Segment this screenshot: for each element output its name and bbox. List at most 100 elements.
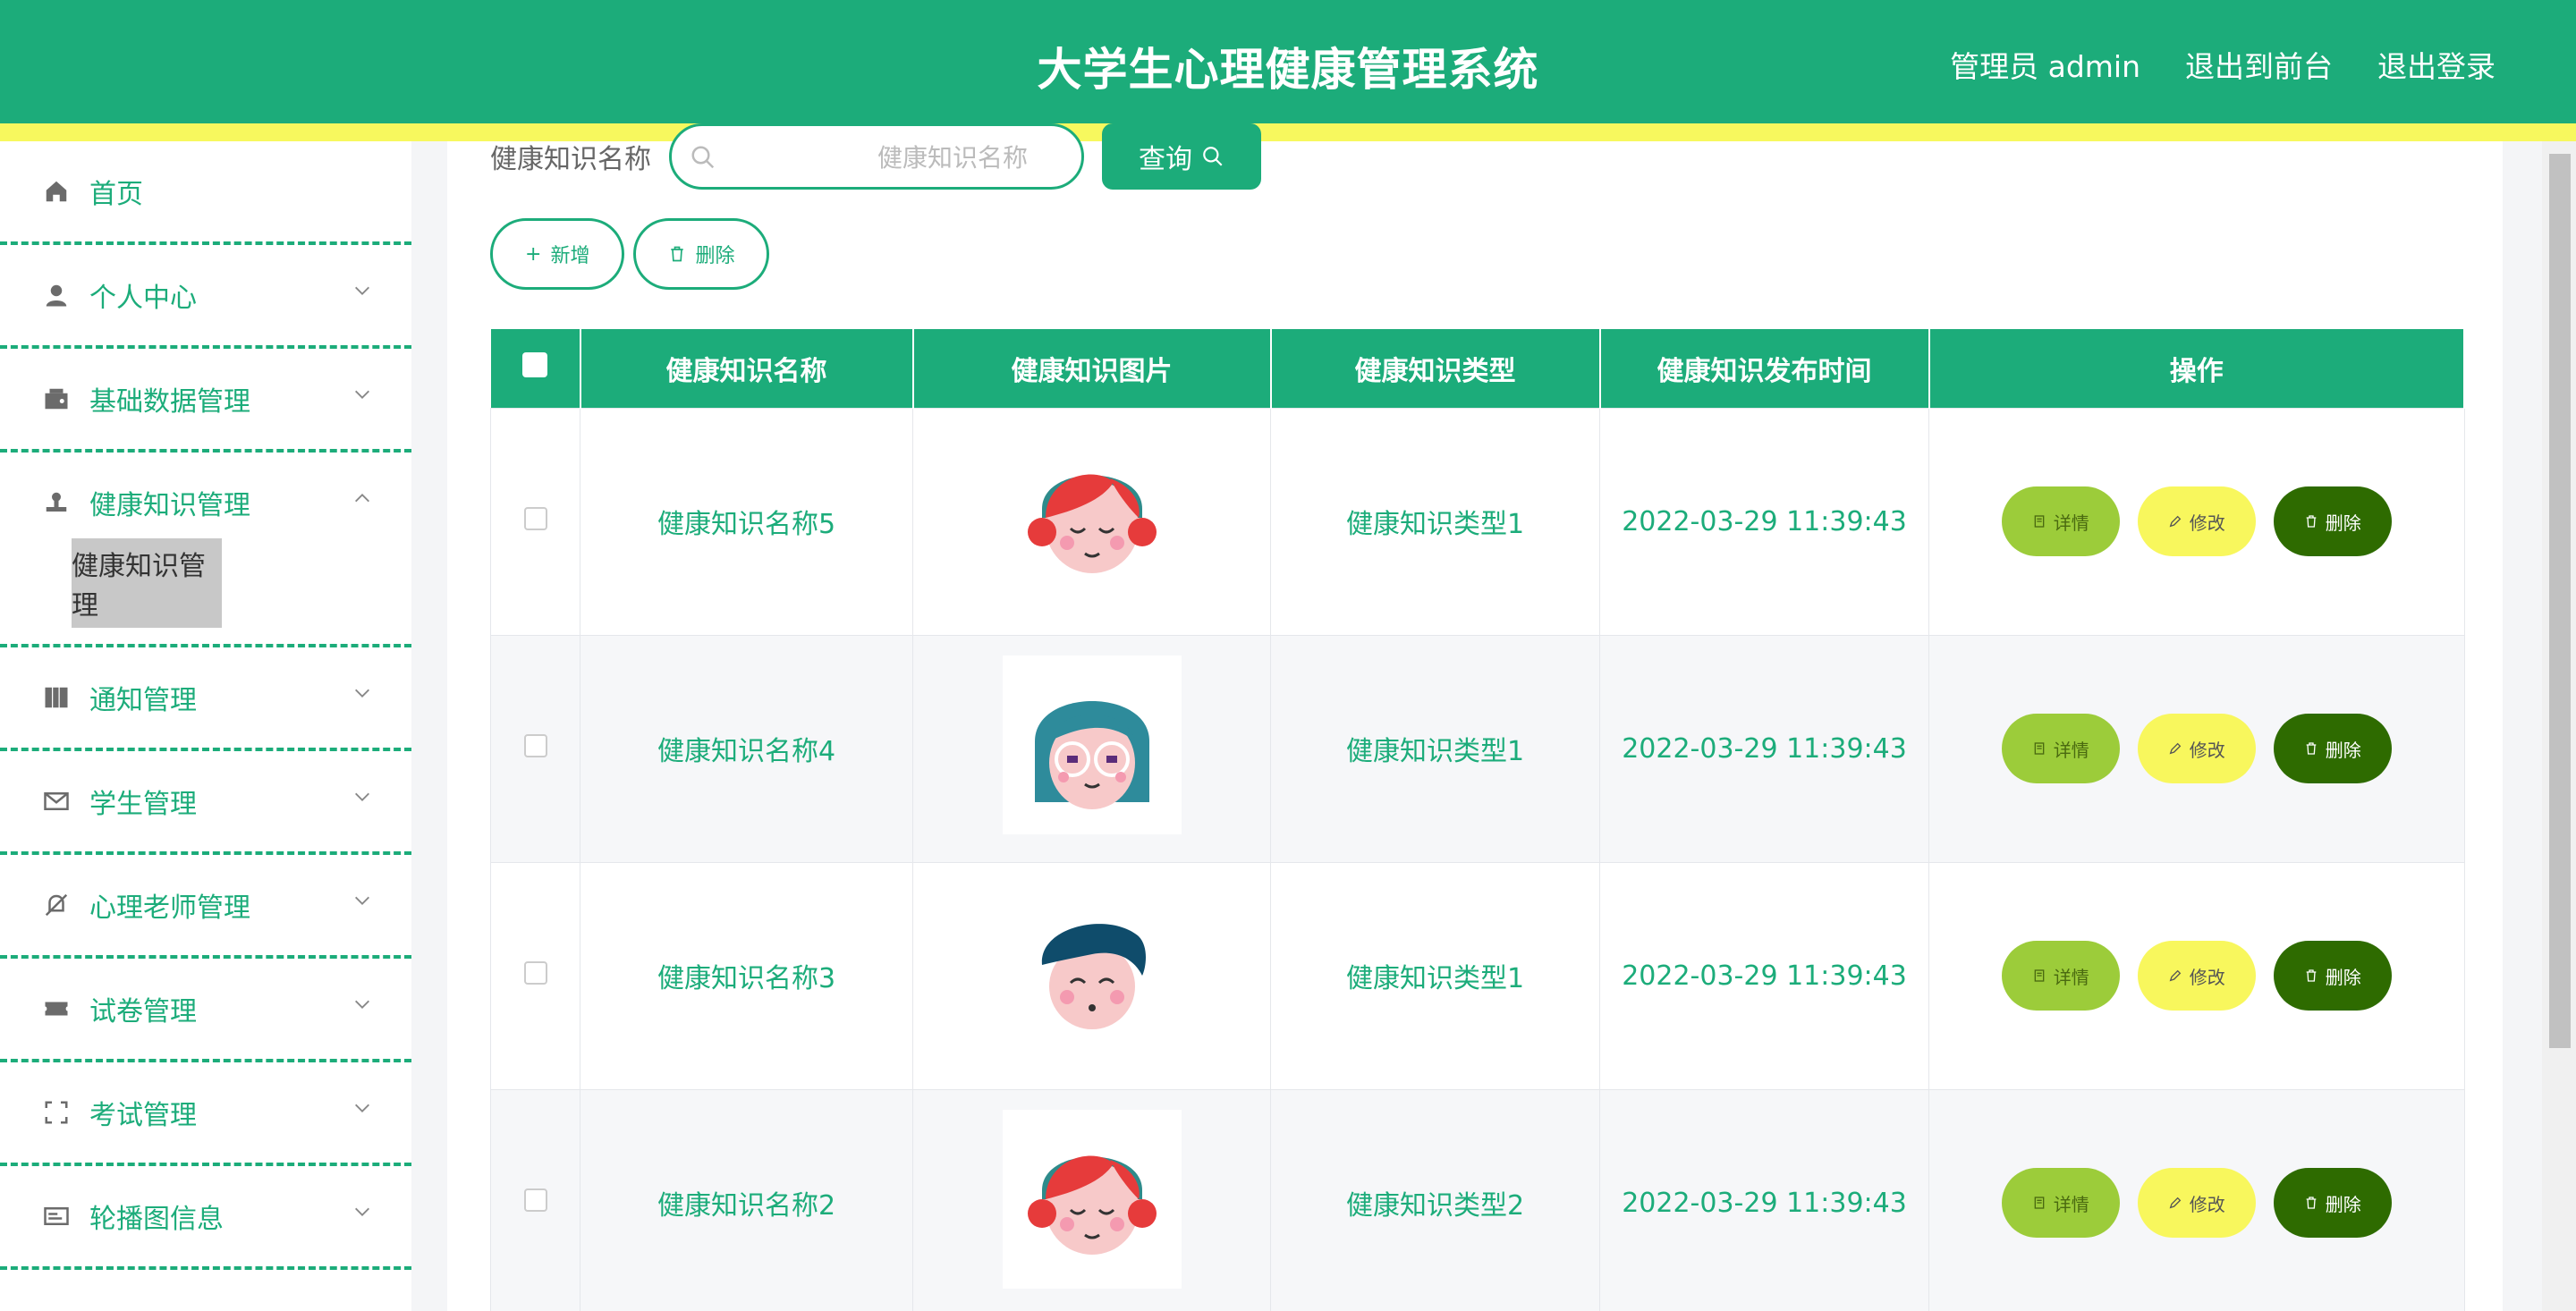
sidebar-item-label: 轮播图信息 [89, 1204, 224, 1235]
add-button[interactable]: + 新增 [490, 218, 625, 290]
detail-button[interactable]: 详情 [2001, 486, 2120, 556]
col-ops: 操作 [1928, 329, 2465, 408]
edit-button[interactable]: 修改 [2137, 941, 2256, 1011]
scrollbar-thumb[interactable] [2549, 154, 2571, 1048]
delete-button[interactable]: 删除 [633, 218, 770, 290]
row-ops-cell: 详情 修改 删除 [1928, 861, 2465, 1090]
edit-button[interactable]: 修改 [2137, 714, 2256, 783]
row-select-cell [490, 634, 580, 863]
scrollbar[interactable] [2542, 141, 2576, 1311]
search-button[interactable]: 查询 [1102, 123, 1261, 190]
row-delete-label: 删除 [2325, 512, 2361, 534]
detail-button[interactable]: 详情 [2001, 941, 2120, 1011]
card-icon [44, 1207, 69, 1225]
front-link[interactable]: 退出到前台 [2185, 43, 2333, 86]
edit-label: 修改 [2189, 739, 2225, 761]
detail-button[interactable]: 详情 [2001, 714, 2120, 783]
detail-label: 详情 [2053, 966, 2089, 988]
document-icon [2034, 1197, 2045, 1209]
row-delete-button[interactable]: 删除 [2273, 941, 2392, 1011]
chevron-down-icon [355, 792, 369, 801]
row-delete-label: 删除 [2325, 1193, 2361, 1215]
row-time: 2022-03-29 11:39:43 [1599, 861, 1929, 1090]
header-actions: 管理员 admin 退出到前台 退出登录 [1950, 43, 2496, 86]
row-delete-button[interactable]: 删除 [2273, 714, 2392, 783]
document-icon [2034, 742, 2045, 755]
row-select-cell [490, 407, 580, 636]
sidebar-item-label: 基础数据管理 [89, 386, 250, 418]
table-row: 健康知识名称5 健康知识类型1 2022-03-29 11:39:43 详情 修改 删除 [490, 407, 2465, 636]
home-icon [46, 181, 67, 202]
sidebar-item-teachers[interactable]: 心理老师管理 [0, 855, 411, 959]
sidebar-item-home[interactable]: 首页 [0, 141, 411, 245]
knowledge-table: 健康知识名称 健康知识图片 健康知识类型 健康知识发布时间 操作 健康知识名称5… [490, 329, 2465, 1311]
search-icon [1203, 147, 1223, 166]
select-all-cell [490, 329, 581, 408]
sidebar: 首页 个人中心 基础数据管理 健康知识管理 健康知识管理 通知管理 学生管理 心… [0, 141, 411, 1311]
knowledge-image [1002, 883, 1182, 1061]
detail-label: 详情 [2053, 1193, 2089, 1215]
sidebar-item-students[interactable]: 学生管理 [0, 751, 411, 855]
select-all-checkbox[interactable] [522, 351, 547, 377]
row-type: 健康知识类型1 [1270, 407, 1600, 636]
knowledge-image [1002, 1110, 1182, 1289]
row-time: 2022-03-29 11:39:43 [1599, 1088, 1929, 1311]
book-icon [45, 687, 68, 708]
search-input[interactable]: 健康知识名称 [669, 123, 1084, 190]
app-title: 大学生心理健康管理系统 [1037, 44, 1539, 96]
trash-icon [2306, 515, 2317, 528]
search-icon [691, 146, 715, 169]
add-button-label: 新增 [550, 245, 590, 267]
row-image-cell [912, 1088, 1271, 1311]
row-delete-button[interactable]: 删除 [2273, 1168, 2392, 1238]
stamp-icon [46, 492, 67, 512]
logout-link[interactable]: 退出登录 [2377, 43, 2496, 86]
sidebar-item-notice[interactable]: 通知管理 [0, 647, 411, 751]
row-checkbox[interactable] [523, 506, 547, 530]
row-type: 健康知识类型1 [1270, 634, 1600, 863]
main-content: 健康知识名称 健康知识名称 查询 + 新增 删除 健康知识名称 健康知识图片 健… [447, 123, 2503, 1311]
document-icon [2034, 969, 2045, 982]
pencil-icon [2169, 969, 2182, 982]
sidebar-item-basic-data[interactable]: 基础数据管理 [0, 349, 411, 453]
row-image-cell [912, 634, 1271, 863]
row-checkbox[interactable] [523, 960, 547, 985]
trash-icon [2306, 742, 2317, 755]
trash-icon [671, 246, 684, 262]
detail-button[interactable]: 详情 [2001, 1168, 2120, 1238]
sidebar-item-health-knowledge[interactable]: 健康知识管理 健康知识管理 [0, 453, 411, 647]
row-delete-label: 删除 [2325, 966, 2361, 988]
edit-button[interactable]: 修改 [2137, 1168, 2256, 1238]
pencil-icon [2169, 515, 2182, 528]
submenu-item-health-knowledge[interactable]: 健康知识管理 [72, 538, 222, 628]
sidebar-item-label: 学生管理 [89, 789, 197, 820]
fullscreen-icon [45, 1101, 68, 1124]
sidebar-item-exams[interactable]: 考试管理 [0, 1062, 411, 1166]
search-button-label: 查询 [1139, 144, 1192, 175]
sidebar-item-profile[interactable]: 个人中心 [0, 245, 411, 349]
row-checkbox[interactable] [523, 733, 547, 757]
edit-button[interactable]: 修改 [2137, 486, 2256, 556]
row-delete-button[interactable]: 删除 [2273, 486, 2392, 556]
trash-icon [2306, 1197, 2317, 1209]
sidebar-item-carousel[interactable]: 轮播图信息 [0, 1166, 411, 1270]
row-checkbox[interactable] [523, 1188, 547, 1212]
row-ops-cell: 详情 修改 删除 [1928, 1088, 2465, 1311]
chevron-up-icon [355, 494, 369, 503]
row-time: 2022-03-29 11:39:43 [1599, 634, 1929, 863]
bell-off-icon [45, 893, 68, 917]
col-type: 健康知识类型 [1270, 329, 1601, 408]
chevron-down-icon [355, 689, 369, 698]
table-row: 健康知识名称4 健康知识类型1 2022-03-29 11:39:43 详情 修改 删除 [490, 634, 2465, 863]
knowledge-image [1002, 656, 1182, 834]
chevron-down-icon [355, 1104, 369, 1112]
pencil-icon [2169, 742, 2182, 755]
row-name: 健康知识名称4 [580, 634, 913, 863]
col-name: 健康知识名称 [580, 329, 914, 408]
search-row: 健康知识名称 健康知识名称 查询 [490, 123, 1261, 190]
sidebar-item-label: 首页 [89, 179, 143, 210]
sidebar-item-label: 考试管理 [89, 1100, 197, 1131]
sidebar-item-papers[interactable]: 试卷管理 [0, 959, 411, 1062]
table-header-row: 健康知识名称 健康知识图片 健康知识类型 健康知识发布时间 操作 [490, 329, 2465, 408]
chevron-down-icon [355, 286, 369, 295]
